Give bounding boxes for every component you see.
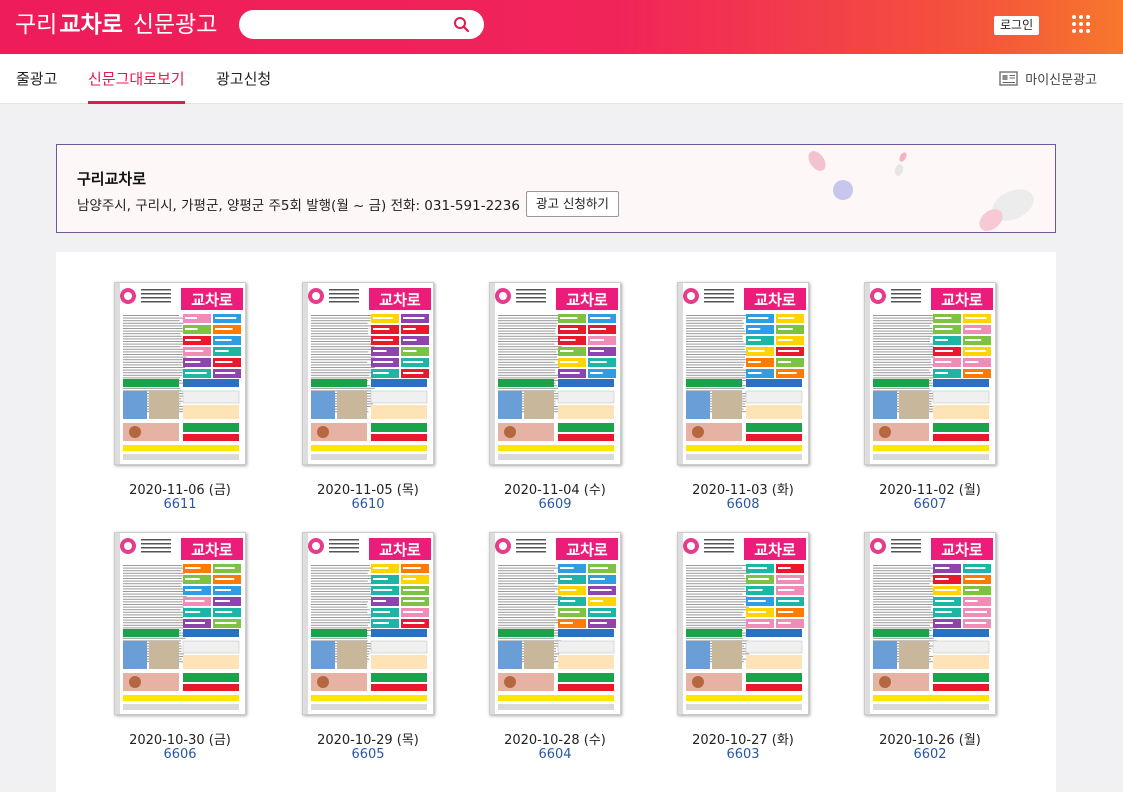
svg-text:교차로: 교차로 xyxy=(379,291,421,309)
tab-line-ads[interactable]: 줄광고 xyxy=(16,54,57,104)
my-newspaper-ads-link[interactable]: 마이신문광고 xyxy=(999,69,1097,88)
svg-text:교차로: 교차로 xyxy=(754,291,796,309)
issue-date: 2020-11-02 (월) xyxy=(879,483,981,498)
svg-text:교차로: 교차로 xyxy=(941,541,983,559)
svg-text:교차로: 교차로 xyxy=(941,291,983,309)
logo-brand: 교차로 xyxy=(59,12,123,38)
paper-info-banner: 구리교차로 남양주시, 구리시, 가평군, 양평군 주5회 발행(월 ~ 금) … xyxy=(56,144,1056,233)
tab-newspaper-view[interactable]: 신문그대로보기 xyxy=(88,54,185,104)
paper-info-text: 남양주시, 구리시, 가평군, 양평군 주5회 발행(월 ~ 금) 전화: 03… xyxy=(77,198,520,214)
svg-text:교차로: 교차로 xyxy=(379,541,421,559)
petal-decoration-icon xyxy=(808,151,1034,231)
svg-text:교차로: 교차로 xyxy=(566,291,608,309)
newspaper-thumbnail[interactable]: 교차로 xyxy=(489,282,621,465)
issue-date: 2020-10-27 (화) xyxy=(692,733,794,748)
issue-date: 2020-11-03 (화) xyxy=(692,483,794,498)
site-logo[interactable]: 구리교차로 신문광고 xyxy=(15,10,217,40)
logo-region: 구리 xyxy=(15,12,58,38)
paper-title: 구리교차로 xyxy=(77,170,147,188)
issue-date: 2020-11-06 (금) xyxy=(129,483,231,498)
search-input[interactable] xyxy=(239,10,484,39)
issue-number-link[interactable]: 6603 xyxy=(636,747,850,762)
issue-number-link[interactable]: 6605 xyxy=(261,747,475,762)
svg-text:교차로: 교차로 xyxy=(191,291,233,309)
newspaper-thumbnail[interactable]: 교차로 xyxy=(114,532,246,715)
issue-date: 2020-10-26 (월) xyxy=(879,733,981,748)
newspaper-thumbnail[interactable]: 교차로 xyxy=(864,282,996,465)
newspaper-thumbnail[interactable]: 교차로 xyxy=(114,282,246,465)
newspaper-icon xyxy=(999,71,1018,86)
issue-number-link[interactable]: 6606 xyxy=(73,747,287,762)
issue-number-link[interactable]: 6604 xyxy=(448,747,662,762)
login-button[interactable]: 로그인 xyxy=(994,16,1040,35)
app-grid-icon[interactable] xyxy=(1071,14,1091,34)
newspaper-thumbnail[interactable]: 교차로 xyxy=(864,532,996,715)
issue-number-link[interactable]: 6609 xyxy=(448,497,662,512)
newspaper-thumbnail[interactable]: 교차로 xyxy=(677,532,809,715)
issue-number-link[interactable]: 6608 xyxy=(636,497,850,512)
my-ads-label: 마이신문광고 xyxy=(1025,73,1097,88)
newspaper-thumbnail[interactable]: 교차로 xyxy=(677,282,809,465)
newspaper-thumbnail[interactable]: 교차로 xyxy=(489,532,621,715)
ad-request-button[interactable]: 광고 신청하기 xyxy=(525,191,619,217)
issue-number-link[interactable]: 6607 xyxy=(823,497,1037,512)
logo-service: 신문광고 xyxy=(132,12,218,38)
tab-ad-request[interactable]: 광고신청 xyxy=(216,54,271,104)
issue-number-link[interactable]: 6610 xyxy=(261,497,475,512)
search-icon[interactable] xyxy=(453,16,470,33)
top-header: 구리교차로 신문광고 로그인 xyxy=(0,0,1123,54)
issue-date: 2020-10-29 (목) xyxy=(317,733,419,748)
issue-date: 2020-10-30 (금) xyxy=(129,733,231,748)
issue-number-link[interactable]: 6611 xyxy=(73,497,287,512)
svg-text:교차로: 교차로 xyxy=(566,541,608,559)
paper-description: 남양주시, 구리시, 가평군, 양평군 주5회 발행(월 ~ 금) 전화: 03… xyxy=(77,191,619,217)
newspaper-thumbnail[interactable]: 교차로 xyxy=(302,532,434,715)
issue-list: 교차로 2020-11-06 (금) 6611 교차로 2020-11-05 (목) 66… xyxy=(56,252,1056,792)
issue-number-link[interactable]: 6602 xyxy=(823,747,1037,762)
issue-date: 2020-11-04 (수) xyxy=(504,483,606,498)
newspaper-thumbnail[interactable]: 교차로 xyxy=(302,282,434,465)
svg-text:교차로: 교차로 xyxy=(754,541,796,559)
main-nav: 줄광고 신문그대로보기 광고신청 마이신문광고 xyxy=(0,54,1123,104)
svg-text:교차로: 교차로 xyxy=(191,541,233,559)
issue-date: 2020-10-28 (수) xyxy=(504,733,606,748)
issue-date: 2020-11-05 (목) xyxy=(317,483,419,498)
